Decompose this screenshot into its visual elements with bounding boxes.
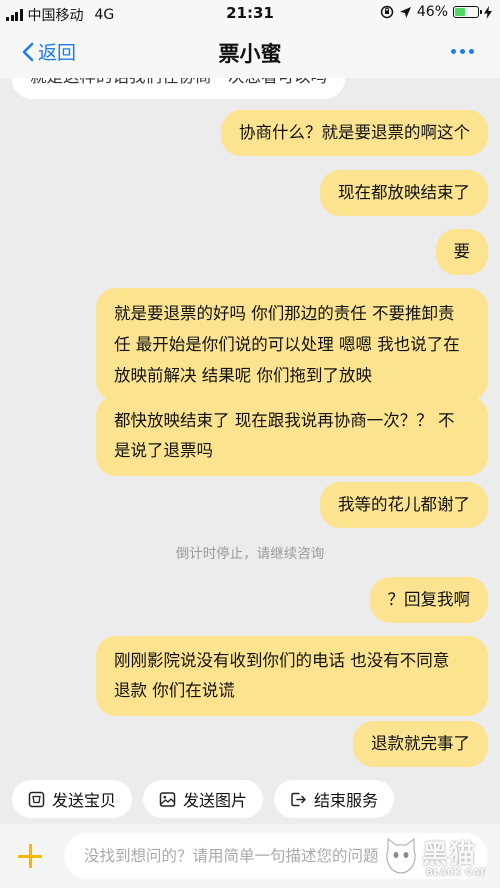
- message-bubble: 刚刚影院说没有收到你们的电话 也没有不同意 退款 你们在说谎: [96, 636, 488, 716]
- message-bubble: 协商什么？就是要退票的啊这个: [221, 110, 488, 156]
- message-text: ？回复我啊: [387, 590, 471, 609]
- message-text: 退款就完事了: [371, 734, 470, 753]
- message-text: 要: [453, 242, 471, 261]
- page-title: 票小蜜: [218, 42, 282, 66]
- more-menu-icon[interactable]: [451, 49, 474, 54]
- nav-bar: 返回 票小蜜: [0, 26, 500, 78]
- charging-icon: [484, 5, 492, 19]
- message-text: 现在都放映结束了: [338, 183, 470, 202]
- message-bubble: 都快放映结束了 现在跟我说再协商一次？？ 不 是说了退票吗: [96, 396, 488, 476]
- message-line: 都快放映结束了 现在跟我说再协商一次？？ 不: [114, 411, 455, 430]
- send-item-label: 发送宝贝: [52, 791, 117, 810]
- send-image-button[interactable]: 发送图片: [143, 780, 263, 818]
- battery-level: [455, 8, 466, 16]
- system-notice: 倒计时停止，请继续咨询: [175, 546, 325, 562]
- watermark-subtext: BLACK CAT: [426, 868, 486, 878]
- message-bubble: 我等的花儿都谢了: [320, 482, 488, 528]
- orientation-lock-icon: [380, 5, 394, 19]
- message-text: 我等的花儿都谢了: [338, 495, 470, 514]
- status-right: 46%: [380, 4, 492, 20]
- message-line: 任 最开始是你们说的可以处理 嗯嗯 我也说了在: [114, 335, 460, 354]
- message-bubble: 就是要退票的好吗 你们那边的责任 不要推卸责 任 最开始是你们说的可以处理 嗯嗯…: [96, 288, 488, 401]
- message-line: 就是要退票的好吗 你们那边的责任 不要推卸责: [114, 304, 455, 323]
- image-icon: [159, 791, 176, 807]
- add-icon[interactable]: [18, 844, 42, 868]
- message-bubble: 要: [435, 229, 488, 275]
- message-line: 退款 你们在说谎: [114, 681, 235, 700]
- send-item-icon: [28, 791, 45, 807]
- message-line: 刚刚影院说没有收到你们的电话 也没有不同意: [114, 651, 450, 670]
- message-bubble: 退款就完事了: [353, 721, 488, 767]
- cat-logo-icon: [386, 838, 416, 874]
- black-cat-watermark: 黑猫 BLACK CAT: [384, 832, 496, 884]
- watermark-text: 黑猫: [422, 840, 477, 870]
- battery-icon: [453, 6, 482, 18]
- send-image-label: 发送图片: [183, 791, 248, 810]
- message-bubble: 就是这样的话我们在协商一次您看可以吗: [12, 78, 345, 99]
- message-text: 就是这样的话我们在协商一次您看可以吗: [30, 78, 327, 86]
- message-line: 放映前解决 结果呢 你们拖到了放映: [114, 366, 372, 385]
- status-bar: 中国移动 4G 21:31 46%: [0, 0, 500, 26]
- end-service-icon: [291, 792, 306, 806]
- battery-percent: 46%: [416, 4, 448, 20]
- chat-area[interactable]: 就是这样的话我们在协商一次您看可以吗 协商什么？就是要退票的啊这个 现在都放映结…: [0, 78, 500, 772]
- location-icon: [399, 6, 411, 18]
- end-service-label: 结束服务: [314, 791, 379, 810]
- message-line: 是说了退票吗: [114, 441, 213, 460]
- end-service-button[interactable]: 结束服务: [274, 780, 394, 818]
- quick-action-bar: 发送宝贝 发送图片 结束服务: [0, 772, 500, 824]
- message-bubble: ？回复我啊: [369, 577, 488, 623]
- send-item-button[interactable]: 发送宝贝: [12, 780, 132, 818]
- message-bubble: 现在都放映结束了: [320, 170, 488, 216]
- message-text: 协商什么？就是要退票的啊这个: [239, 123, 470, 142]
